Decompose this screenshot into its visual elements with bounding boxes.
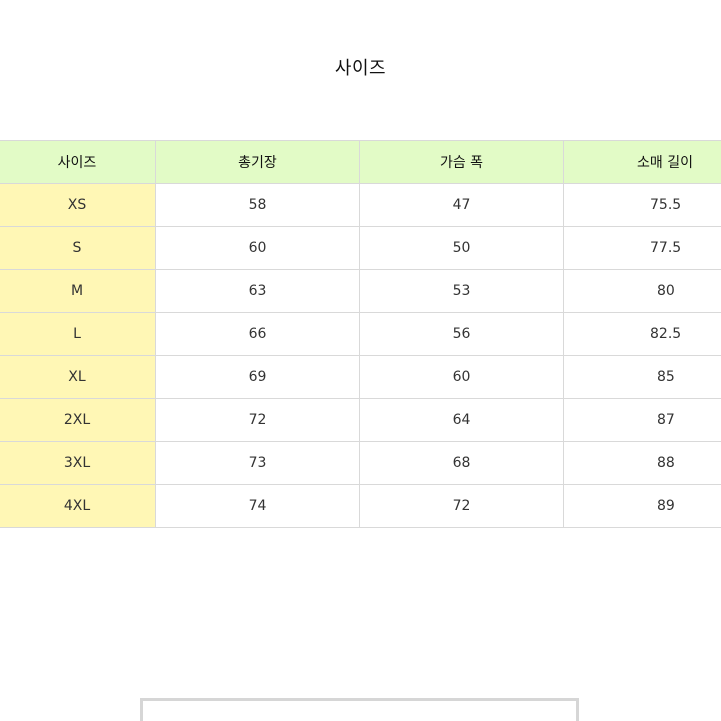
size-cell: XL (0, 355, 156, 399)
table-row: 4XL 74 72 89 (0, 484, 721, 528)
sleeve-length-cell: 88 (563, 441, 721, 485)
header-chest-width: 가슴 폭 (359, 140, 564, 184)
chest-width-cell: 56 (359, 312, 564, 356)
sleeve-length-cell: 85 (563, 355, 721, 399)
table-row: 3XL 73 68 88 (0, 441, 721, 485)
size-cell: 2XL (0, 398, 156, 442)
bottom-frame (140, 698, 579, 721)
total-length-cell: 58 (155, 183, 360, 227)
size-cell: M (0, 269, 156, 313)
table-row: XS 58 47 75.5 (0, 183, 721, 227)
size-cell: 4XL (0, 484, 156, 528)
total-length-cell: 66 (155, 312, 360, 356)
chest-width-cell: 50 (359, 226, 564, 270)
table-header-row: 사이즈 총기장 가슴 폭 소매 길이 (0, 140, 721, 184)
table-row: L 66 56 82.5 (0, 312, 721, 356)
table-row: 2XL 72 64 87 (0, 398, 721, 442)
header-size: 사이즈 (0, 140, 156, 184)
table-row: S 60 50 77.5 (0, 226, 721, 270)
size-cell: S (0, 226, 156, 270)
page-title: 사이즈 (334, 58, 387, 79)
total-length-cell: 73 (155, 441, 360, 485)
chest-width-cell: 64 (359, 398, 564, 442)
sleeve-length-cell: 82.5 (563, 312, 721, 356)
chest-width-cell: 60 (359, 355, 564, 399)
chest-width-cell: 53 (359, 269, 564, 313)
sleeve-length-cell: 75.5 (563, 183, 721, 227)
sleeve-length-cell: 77.5 (563, 226, 721, 270)
sleeve-length-cell: 87 (563, 398, 721, 442)
size-cell: L (0, 312, 156, 356)
chest-width-cell: 72 (359, 484, 564, 528)
header-sleeve-length: 소매 길이 (563, 140, 721, 184)
table-row: XL 69 60 85 (0, 355, 721, 399)
size-cell: 3XL (0, 441, 156, 485)
total-length-cell: 60 (155, 226, 360, 270)
sleeve-length-cell: 89 (563, 484, 721, 528)
header-total-length: 총기장 (155, 140, 360, 184)
table-row: M 63 53 80 (0, 269, 721, 313)
total-length-cell: 72 (155, 398, 360, 442)
total-length-cell: 63 (155, 269, 360, 313)
total-length-cell: 74 (155, 484, 360, 528)
chest-width-cell: 68 (359, 441, 564, 485)
size-cell: XS (0, 183, 156, 227)
total-length-cell: 69 (155, 355, 360, 399)
sleeve-length-cell: 80 (563, 269, 721, 313)
size-chart-table: 사이즈 총기장 가슴 폭 소매 길이 XS 58 47 75.5 S 60 50… (0, 140, 721, 528)
chest-width-cell: 47 (359, 183, 564, 227)
page: 사이즈 사이즈 총기장 가슴 폭 소매 길이 XS 58 47 75.5 S 6… (0, 0, 721, 721)
